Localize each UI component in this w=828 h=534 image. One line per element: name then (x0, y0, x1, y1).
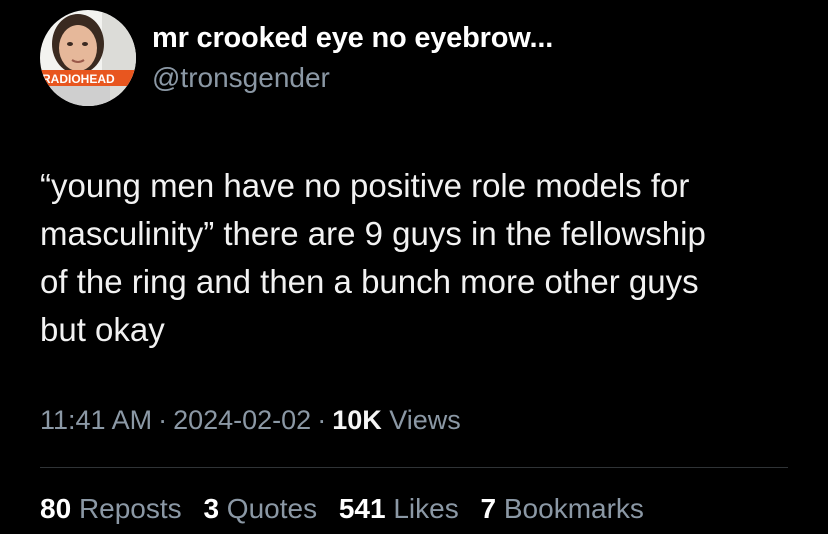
views-count: 10K (332, 405, 382, 435)
tweet-text-line: masculinity” there are 9 guys in the fel… (40, 215, 706, 252)
bookmarks-count: 7 (480, 493, 497, 524)
tweet-text: “young men have no positive role models … (40, 162, 800, 354)
tweet-text-line: but okay (40, 311, 165, 348)
meta-separator: · (158, 405, 168, 435)
tweet-text-line: “young men have no positive role models … (40, 167, 690, 204)
quotes-label: Quotes (226, 493, 318, 524)
author-handle[interactable]: @tronsgender (152, 62, 330, 94)
likes-count: 541 (338, 493, 386, 524)
views-label: Views (389, 405, 461, 435)
tweet-stats: 80 Reposts 3 Quotes 541 Likes 7 Bookmark… (40, 493, 658, 525)
quotes-count: 3 (203, 493, 220, 524)
avatar-banner-text: RADIOHEAD (42, 72, 115, 86)
tweet-date[interactable]: 2024-02-02 (173, 405, 311, 435)
divider (40, 467, 788, 468)
meta-separator: · (317, 405, 327, 435)
likes-label: Likes (393, 493, 459, 524)
tweet-text-line: of the ring and then a bunch more other … (40, 263, 699, 300)
avatar-image: RADIOHEAD (40, 10, 136, 106)
tweet-time[interactable]: 11:41 AM (40, 405, 152, 435)
tweet-meta: 11:41 AM · 2024-02-02 · 10K Views (40, 405, 461, 436)
reposts-count: 80 (40, 493, 72, 524)
author-display-name[interactable]: mr crooked eye no eyebrow... (152, 22, 553, 55)
quotes-stat[interactable]: 3 Quotes (203, 493, 317, 524)
bookmarks-stat[interactable]: 7 Bookmarks (481, 493, 644, 524)
reposts-stat[interactable]: 80 Reposts (40, 493, 182, 524)
bookmarks-label: Bookmarks (503, 493, 644, 524)
likes-stat[interactable]: 541 Likes (339, 493, 459, 524)
avatar[interactable]: RADIOHEAD (40, 10, 136, 106)
reposts-label: Reposts (78, 493, 182, 524)
